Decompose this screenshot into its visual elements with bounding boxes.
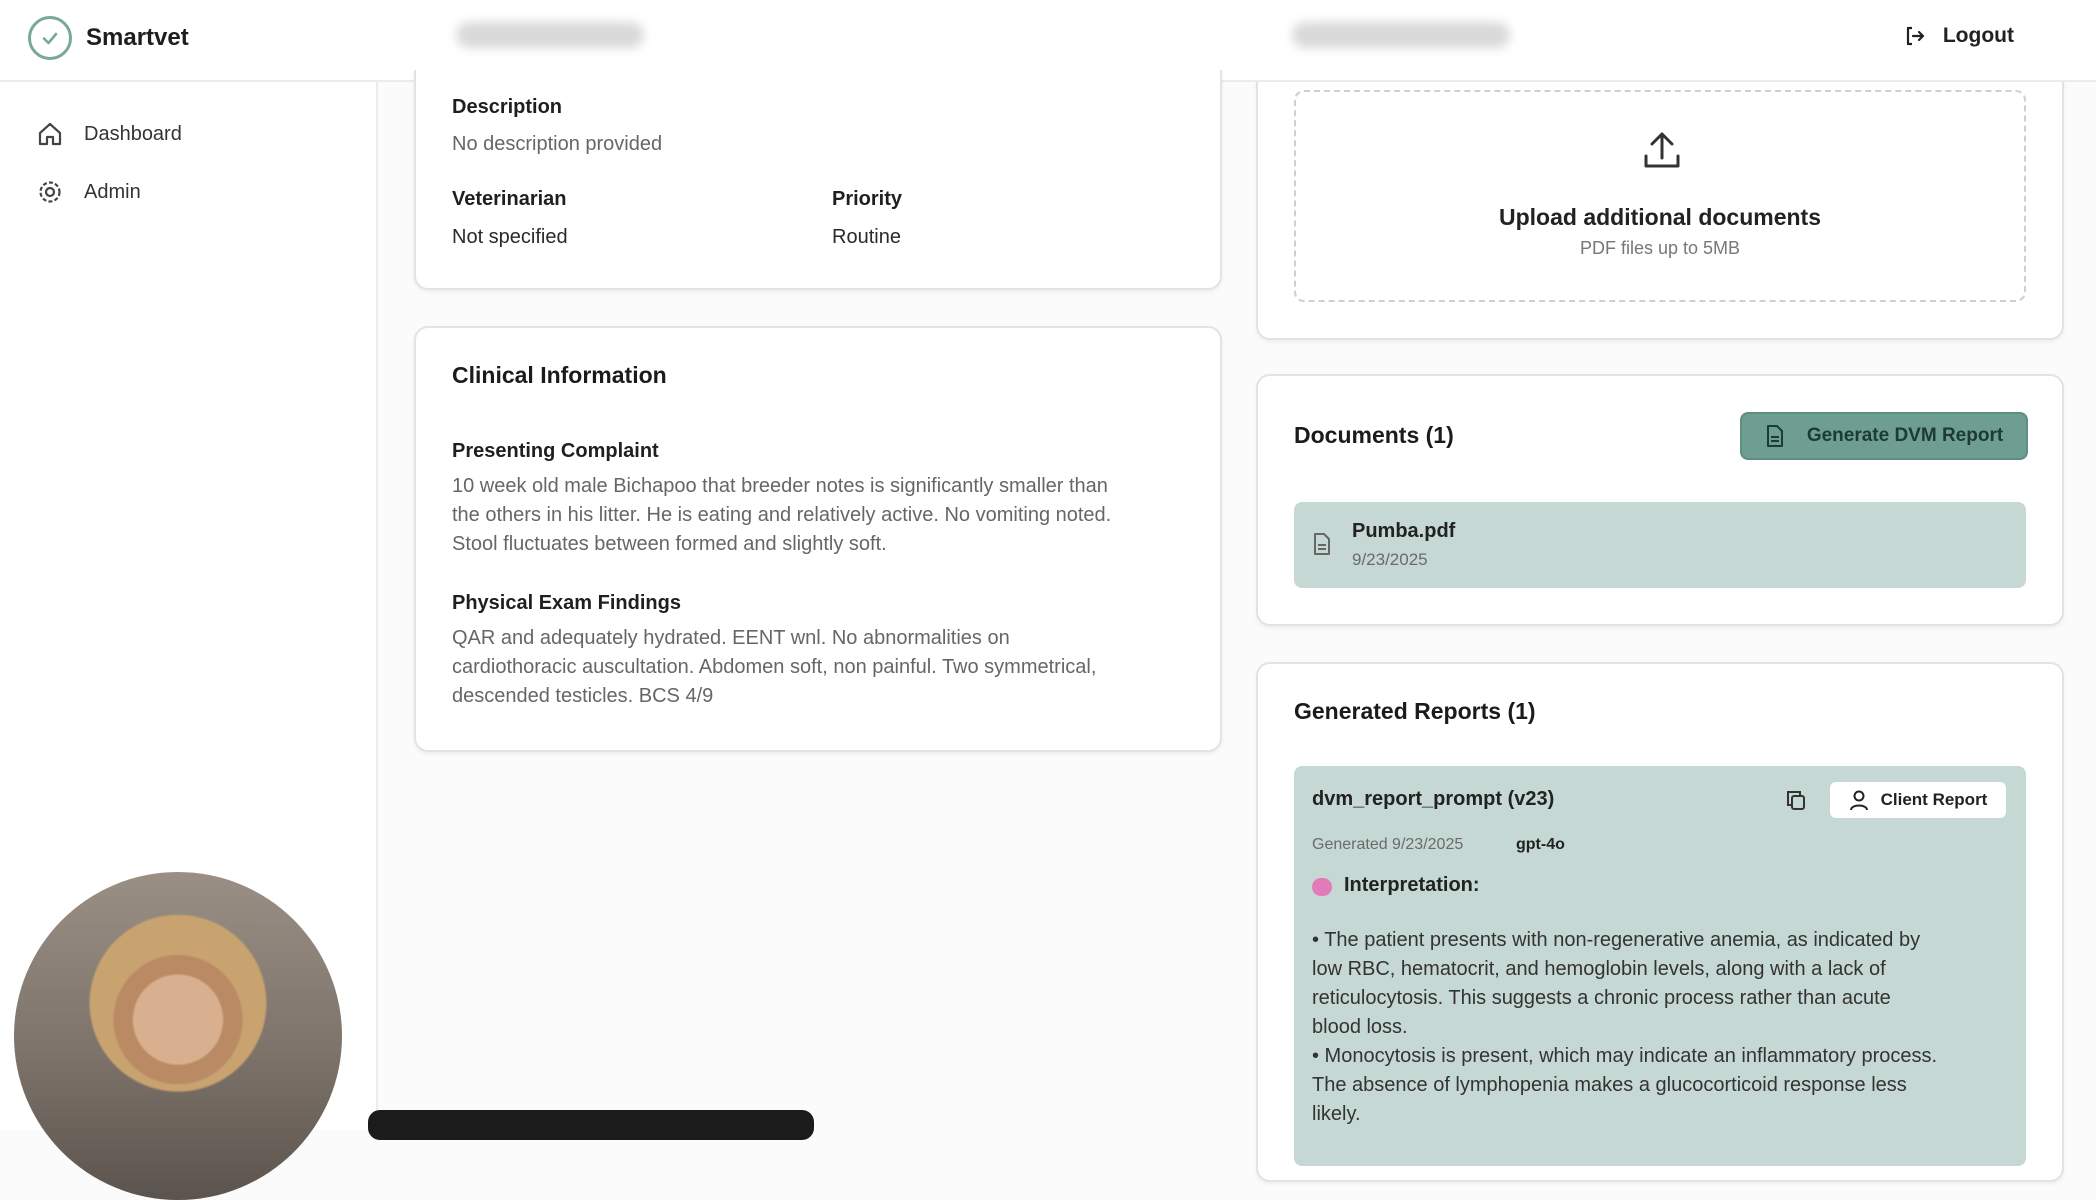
exam-label: Physical Exam Findings [452, 592, 681, 614]
brand[interactable]: Smartvet [28, 16, 189, 60]
generate-dvm-report-button[interactable]: Generate DVM Report [1740, 412, 2028, 460]
document-item[interactable]: Pumba.pdf 9/23/2025 [1294, 502, 2026, 588]
sidebar-item-dashboard[interactable]: Dashboard [36, 120, 182, 148]
logout-icon [1906, 26, 1924, 46]
interpretation-line: likely. [1312, 1103, 1361, 1125]
complaint-line: the others in his litter. He is eating a… [452, 504, 1112, 526]
client-report-label: Client Report [1880, 790, 1988, 809]
redacted-breadcrumb [456, 22, 644, 48]
interpretation-line: blood loss. [1312, 1016, 1408, 1038]
sidebar-item-admin[interactable]: Admin [36, 178, 141, 206]
redacted-header-info [1292, 22, 1510, 48]
report-name: dvm_report_prompt (v23) [1312, 788, 1555, 810]
home-icon [38, 122, 62, 146]
reports-title: Generated Reports (1) [1294, 698, 1536, 724]
brain-icon [1312, 878, 1332, 896]
webcam-avatar [14, 872, 342, 1200]
upload-dropzone[interactable]: Upload additional documents PDF files up… [1294, 90, 2026, 302]
client-report-button[interactable]: Client Report [1830, 782, 2006, 818]
interpretation-label: Interpretation: [1344, 874, 1480, 896]
description-label: Description [452, 96, 563, 118]
report-generated-date: Generated 9/23/2025 [1312, 836, 1464, 853]
sidebar: Dashboard Admin [0, 82, 378, 1200]
document-date: 9/23/2025 [1352, 550, 1428, 569]
report-item: dvm_report_prompt (v23) Client Report Ge… [1294, 766, 2026, 1166]
priority-label: Priority [832, 188, 903, 210]
file-icon [1766, 425, 1783, 447]
complaint-label: Presenting Complaint [452, 440, 659, 462]
upload-subtitle: PDF files up to 5MB [1579, 238, 1741, 258]
sidebar-item-label: Admin [84, 180, 141, 203]
documents-card: Documents (1) Generate DVM Report Pumba.… [1256, 374, 2064, 626]
clinical-title: Clinical Information [452, 362, 667, 388]
logout-label: Logout [1942, 24, 2014, 47]
exam-line: QAR and adequately hydrated. EENT wnl. N… [452, 627, 1010, 649]
upload-title: Upload additional documents [1498, 204, 1821, 230]
exam-line: cardiothoracic auscultation. Abdomen sof… [452, 656, 1097, 678]
documents-title: Documents (1) [1294, 422, 1454, 448]
interpretation-line: • The patient presents with non-regenera… [1312, 929, 1921, 951]
screen-share-bar[interactable] [368, 1110, 814, 1140]
generate-label: Generate DVM Report [1806, 425, 2004, 446]
app-name: Smartvet [86, 24, 189, 51]
exam-line: descended testicles. BCS 4/9 [452, 685, 714, 707]
logout-button[interactable]: Logout [1903, 24, 2014, 48]
sidebar-item-label: Dashboard [84, 122, 182, 145]
generated-reports-card: Generated Reports (1) dvm_report_prompt … [1256, 662, 2064, 1182]
veterinarian-value: Not specified [452, 226, 568, 248]
case-details-card: Description No description provided Vete… [414, 70, 1222, 290]
copy-icon[interactable] [1784, 788, 1808, 812]
check-circle-icon [28, 16, 72, 60]
file-icon [1314, 533, 1330, 555]
gear-icon [39, 181, 61, 203]
upload-icon [1644, 132, 1680, 168]
complaint-line: 10 week old male Bichapoo that breeder n… [452, 475, 1108, 497]
report-model: gpt-4o [1516, 836, 1565, 853]
veterinarian-label: Veterinarian [452, 188, 567, 210]
interpretation-line: The absence of lymphopenia makes a gluco… [1312, 1074, 1907, 1096]
interpretation-line: reticulocytosis. This suggests a chronic… [1312, 987, 1891, 1009]
upload-card: Upload additional documents PDF files up… [1256, 82, 2064, 340]
priority-value: Routine [832, 226, 901, 248]
interpretation-line: low RBC, hematocrit, and hemoglobin leve… [1312, 958, 1886, 980]
description-value: No description provided [452, 133, 663, 155]
interpretation-line: • Monocytosis is present, which may indi… [1312, 1045, 1938, 1067]
complaint-line: Stool fluctuates between formed and slig… [452, 533, 887, 555]
user-icon [1849, 790, 1868, 811]
clinical-info-card: Clinical Information Presenting Complain… [414, 326, 1222, 752]
document-name: Pumba.pdf [1352, 520, 1456, 542]
